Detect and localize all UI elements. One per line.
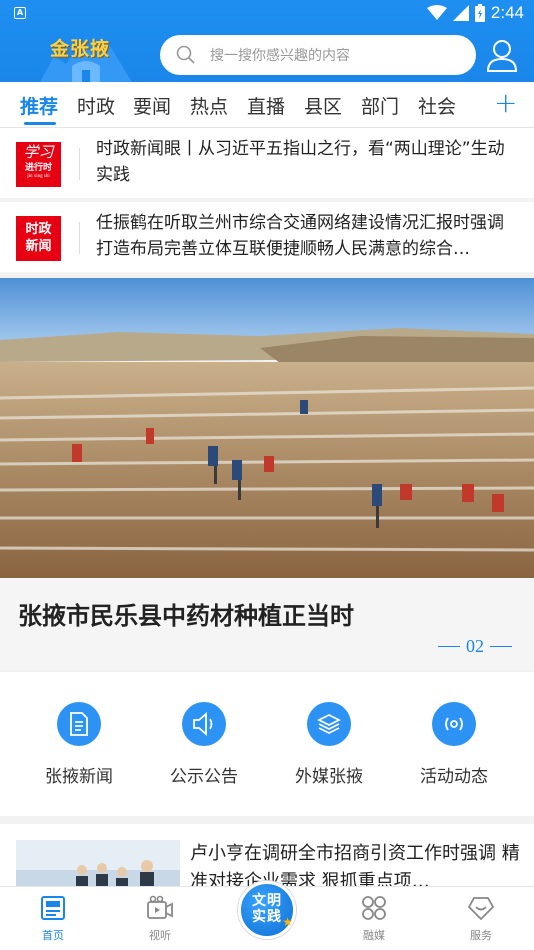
logo-text: 金张掖 [50,39,111,60]
nav-label: 融媒 [363,929,385,942]
wifi-icon [426,5,447,20]
channel-tabs: 推荐 时政 要闻 热点 直播 县区 部门 社会 + [0,82,534,128]
user-profile-icon[interactable] [486,38,518,72]
tab-live[interactable]: 直播 [247,92,285,119]
quick-entry-zhangye-news[interactable]: 张掖新闻 [24,702,134,787]
quick-entry-label: 张掖新闻 [45,767,113,787]
status-indicators: 2:44 [426,3,524,23]
nav-home[interactable]: 首页 [23,895,83,943]
tab-counties[interactable]: 县区 [304,92,342,119]
document-icon [57,702,101,746]
quick-entry-foreign-media[interactable]: 外媒张掖 [274,702,384,787]
active-tab-indicator [24,122,56,125]
star-icon: ★ [282,915,293,929]
banner-index-number: 02 [466,636,484,656]
nav-label: 服务 [470,929,492,942]
tab-departments[interactable]: 部门 [361,92,399,119]
banner-image[interactable] [0,278,534,578]
divider [79,222,80,254]
grid-icon [362,896,386,920]
tab-recommend[interactable]: 推荐 [20,92,58,119]
status-bar: A 2:44 [0,0,534,28]
badge-line1: 时政 [25,222,52,237]
search-icon [176,45,195,64]
badge-line3: jin xing shi [27,174,50,179]
app-notification-icon: A [14,7,26,19]
quick-entry-activities[interactable]: 活动动态 [399,702,509,787]
nav-media[interactable]: 融媒 [344,895,404,943]
banner-page-indicator: 02 [438,636,512,657]
tabs-fade [470,82,492,127]
nav-video[interactable]: 视听 [130,895,190,943]
nav-services[interactable]: 服务 [451,895,511,943]
politics-news-badge-icon: 时政 新闻 [16,216,61,261]
signal-icon [452,5,469,21]
app-logo[interactable]: 金张掖 [36,26,136,82]
center-line1: 文明 [252,894,282,909]
broadcast-icon [432,702,476,746]
tab-hot[interactable]: 热点 [190,92,228,119]
layers-icon [307,702,351,746]
search-placeholder: 搜一搜你感兴趣的内容 [210,48,350,64]
news-title: 时政新闻眼丨从习近平五指山之行，看“两山理论”生动实践 [96,139,505,185]
banner-title: 张掖市民乐县中药材种植正当时 [18,602,354,630]
quick-entry-label: 活动动态 [420,767,488,787]
add-channel-icon[interactable]: + [494,86,517,119]
news-title: 任振鹤在听取兰州市综合交通网络建设情况汇报时强调 打造布局完善立体互联便捷顺畅人… [96,213,504,259]
quick-entry-announcements[interactable]: 公示公告 [149,702,259,787]
badge-line1: 学习 [23,145,54,161]
farm-field-photo [0,278,534,578]
status-time: 2:44 [490,3,524,22]
app-header: A 2:44 金张掖 搜一搜你感兴趣的内容 [0,0,534,82]
speaker-icon [182,702,226,746]
indicator-line [490,646,512,647]
nav-label: 首页 [42,929,64,942]
xuexi-badge-icon: 学习 进行时 jin xing shi [16,142,61,187]
divider [79,148,80,180]
banner-caption[interactable]: 张掖市民乐县中药材种植正当时 02 [0,578,534,670]
news-list-item[interactable]: 时政 新闻 任振鹤在听取兰州市综合交通网络建设情况汇报时强调 打造布局完善立体互… [0,202,534,272]
quick-entry-label: 外媒张掖 [295,767,363,787]
battery-icon [474,4,485,22]
video-icon [147,895,173,919]
civilization-practice-button[interactable]: 文明 实践 ★ [238,881,296,939]
news-list-item[interactable]: 学习 进行时 jin xing shi 时政新闻眼丨从习近平五指山之行，看“两山… [0,128,534,198]
tab-society[interactable]: 社会 [418,92,456,119]
tab-important-news[interactable]: 要闻 [133,92,171,119]
badge-line2: 进行时 [24,162,52,172]
nav-label: 视听 [149,929,171,942]
home-icon [41,896,65,920]
badge-line2: 新闻 [25,239,52,254]
quick-entries: 张掖新闻 公示公告 外媒张掖 活动动态 [0,672,534,816]
service-icon [467,897,495,921]
tab-politics[interactable]: 时政 [77,92,115,119]
search-input[interactable]: 搜一搜你感兴趣的内容 [160,35,476,75]
quick-entry-label: 公示公告 [170,767,238,787]
indicator-line [438,646,460,647]
